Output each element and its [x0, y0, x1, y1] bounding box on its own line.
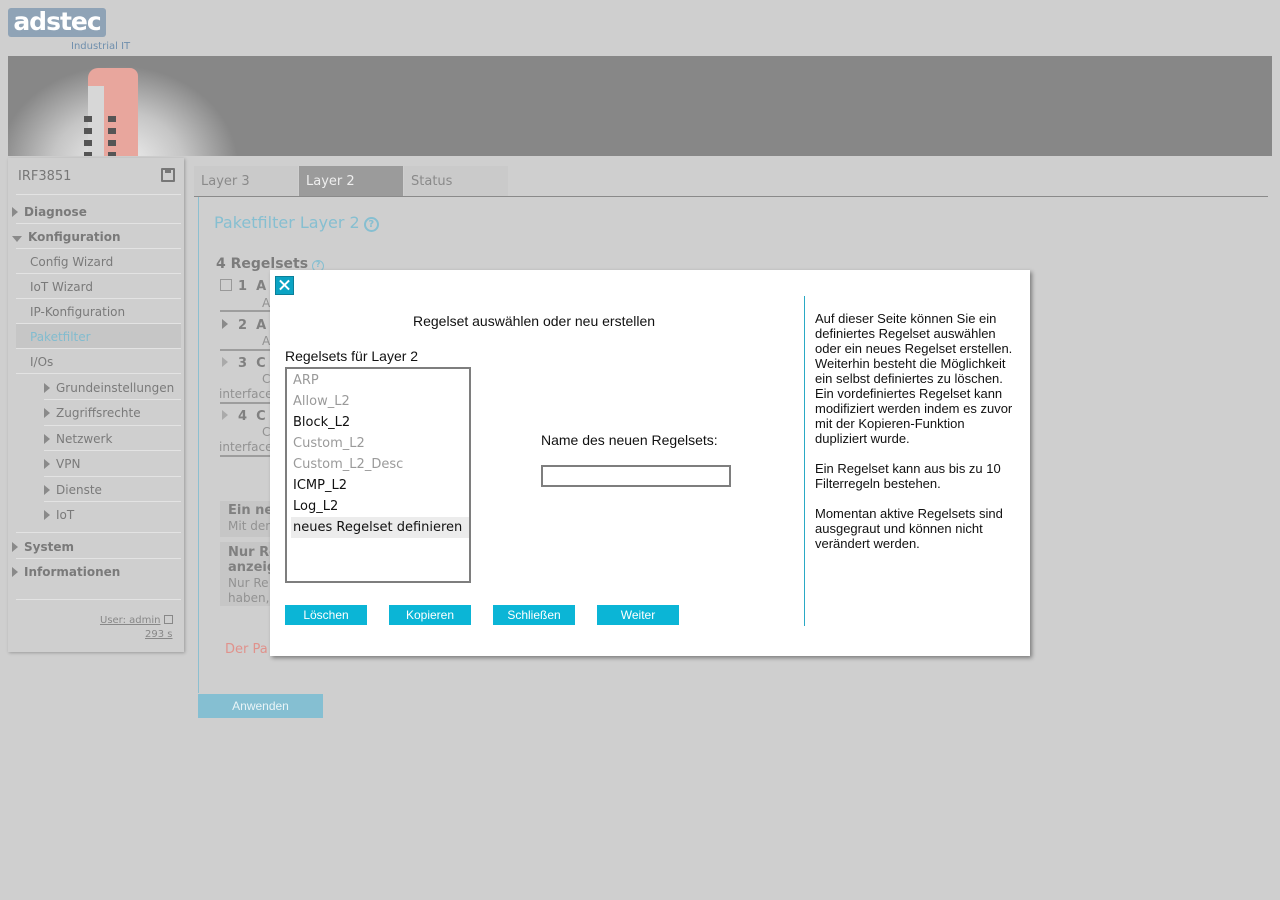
new-ruleset-name-label: Name des neuen Regelsets:	[541, 432, 718, 448]
triangle-right-icon	[12, 567, 18, 577]
ruleset-listbox[interactable]: ARP Allow_L2 Block_L2 Custom_L2 Custom_L…	[285, 367, 471, 583]
ruleset-option[interactable]: Block_L2	[291, 412, 469, 433]
close-icon[interactable]	[275, 276, 294, 295]
dialog-title: Regelset auswählen oder neu erstellen	[413, 313, 656, 329]
nav-netzwerk[interactable]: Netzwerk	[44, 432, 112, 446]
filter-title-2: anzeig	[228, 560, 277, 575]
triangle-right-icon	[44, 510, 50, 520]
triangle-right-icon	[222, 319, 228, 329]
ruleset-option[interactable]: ARP	[291, 370, 469, 391]
ruleset-row-4[interactable]: 4 C	[222, 409, 266, 424]
nav-diagnose[interactable]: Diagnose	[12, 205, 87, 219]
ruleset-option[interactable]: Allow_L2	[291, 391, 469, 412]
ruleset-option[interactable]: Custom_L2	[291, 433, 469, 454]
ruleset-option[interactable]: Custom_L2_Desc	[291, 454, 469, 475]
ruleset-row-sub: interface	[219, 387, 273, 401]
dialog-help-text: Auf dieser Seite können Sie ein definier…	[815, 311, 1020, 566]
help-paragraph: Momentan aktive Regelsets sind ausgegrau…	[815, 506, 1003, 551]
new-ruleset-title: Ein ne	[228, 503, 274, 518]
close-button[interactable]: Schließen	[493, 605, 575, 625]
next-button[interactable]: Weiter	[597, 605, 679, 625]
tab-layer-2[interactable]: Layer 2	[299, 166, 403, 196]
triangle-down-icon	[12, 236, 22, 242]
adstec-logo: adstec	[8, 8, 106, 37]
triangle-right-icon	[44, 383, 50, 393]
device-image	[80, 66, 142, 156]
triangle-right-icon	[44, 408, 50, 418]
triangle-right-icon	[222, 357, 228, 367]
dialog-divider	[804, 296, 805, 626]
ruleset-row-1[interactable]: 1 A	[220, 279, 266, 294]
new-ruleset-name-input[interactable]	[541, 465, 731, 487]
nav-zugriffsrechte[interactable]: Zugriffsrechte	[44, 406, 141, 420]
ruleset-option[interactable]: ICMP_L2	[291, 475, 469, 496]
nav-iot-wizard[interactable]: IoT Wizard	[30, 280, 93, 294]
tab-divider	[194, 196, 1268, 197]
filter-desc-2: haben,	[228, 591, 270, 605]
nav-system[interactable]: System	[12, 540, 74, 554]
ruleset-row-sub: A	[262, 334, 271, 348]
ruleset-row-3[interactable]: 3 C	[222, 356, 266, 371]
nav-vpn[interactable]: VPN	[44, 457, 80, 471]
content-border	[198, 197, 199, 693]
nav-konfiguration[interactable]: Konfiguration	[12, 230, 121, 244]
triangle-right-icon	[44, 459, 50, 469]
nav-ios[interactable]: I/Os	[30, 355, 53, 369]
ruleset-row-2[interactable]: 2 A	[222, 318, 266, 333]
nav-informationen[interactable]: Informationen	[12, 565, 120, 579]
help-icon[interactable]: ?	[363, 217, 379, 232]
header-banner	[8, 56, 1272, 156]
delete-button[interactable]: Löschen	[285, 605, 367, 625]
triangle-right-icon	[12, 542, 18, 552]
tab-status[interactable]: Status	[404, 166, 508, 196]
ruleset-dialog: Regelset auswählen oder neu erstellen Re…	[270, 270, 1030, 656]
ruleset-row-sub: interface	[219, 440, 273, 454]
nav-config-wizard[interactable]: Config Wizard	[30, 255, 113, 269]
triangle-right-icon	[44, 434, 50, 444]
nav-ip-konfiguration[interactable]: IP-Konfiguration	[30, 305, 125, 319]
sidebar: IRF3851 Diagnose Konfiguration Config Wi…	[8, 158, 184, 652]
triangle-right-icon	[44, 485, 50, 495]
logo-tagline: Industrial IT	[71, 41, 131, 52]
checkbox-icon[interactable]	[220, 279, 232, 291]
nav-dienste[interactable]: Dienste	[44, 483, 102, 497]
help-paragraph: Ein Regelset kann aus bis zu 10 Filterre…	[815, 461, 1001, 491]
divider	[16, 194, 181, 195]
triangle-right-icon	[12, 207, 18, 217]
ruleset-row-sub: A	[262, 296, 271, 310]
tab-layer-3[interactable]: Layer 3	[194, 166, 298, 196]
session-timer: 293 s	[145, 629, 173, 640]
new-ruleset-desc: Mit den	[228, 519, 273, 533]
filter-desc-1: Nur Re	[228, 576, 269, 590]
help-paragraph: Auf dieser Seite können Sie ein definier…	[815, 311, 1013, 446]
logout-icon[interactable]	[163, 615, 173, 624]
copy-button[interactable]: Kopieren	[389, 605, 471, 625]
user-link[interactable]: User: admin	[100, 615, 173, 626]
warning-text: Der Pa	[225, 642, 268, 657]
save-icon[interactable]	[161, 168, 175, 182]
nav-iot[interactable]: IoT	[44, 508, 74, 522]
nav-grundeinstellungen[interactable]: Grundeinstellungen	[44, 381, 174, 395]
page-title: Paketfilter Layer 2?	[214, 213, 379, 232]
apply-button[interactable]: Anwenden	[198, 694, 323, 718]
ruleset-list-label: Regelsets für Layer 2	[285, 348, 419, 364]
ruleset-option[interactable]: Log_L2	[291, 496, 469, 517]
ruleset-option-selected[interactable]: neues Regelset definieren	[291, 517, 469, 538]
device-name: IRF3851	[18, 169, 72, 184]
nav-paketfilter[interactable]: Paketfilter	[30, 330, 91, 344]
triangle-right-icon	[222, 410, 228, 420]
